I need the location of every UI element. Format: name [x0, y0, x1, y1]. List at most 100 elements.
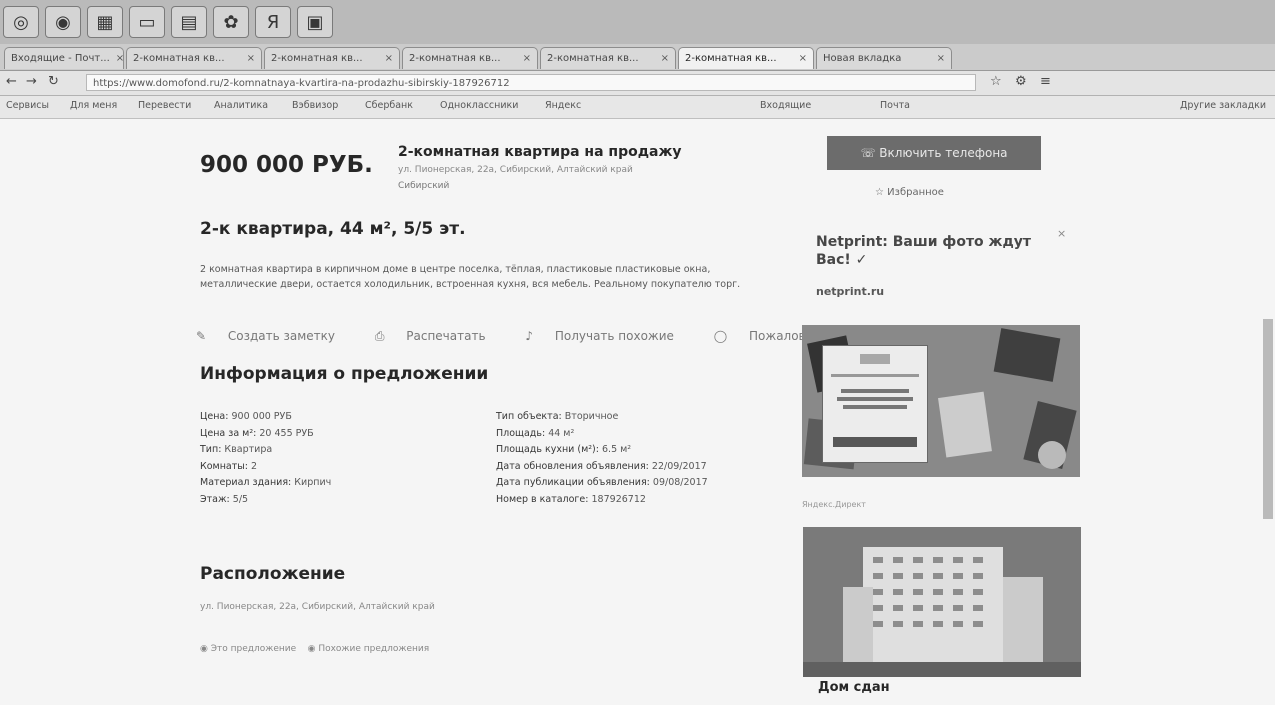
info-key: Тип объекта:	[496, 411, 562, 422]
info-value: Вторичное	[564, 411, 619, 422]
reload-icon[interactable]: ↻	[48, 74, 59, 89]
info-key: Материал здания:	[200, 477, 292, 488]
browser-tab-active[interactable]: 2-комнатная кв... ×	[678, 47, 814, 69]
browser-icon[interactable]: ◉	[45, 6, 81, 38]
ad-close-icon[interactable]: ×	[1057, 227, 1066, 240]
subscribe-similar-button[interactable]: ♪ Получать похожие	[525, 329, 692, 343]
radio-label: Это предложение	[210, 644, 297, 654]
url-field[interactable]: https://www.domofond.ru/2-komnatnaya-kva…	[86, 74, 976, 91]
info-key: Дата публикации объявления:	[496, 477, 650, 488]
info-value: Кирпич	[294, 477, 332, 488]
forward-icon[interactable]: →	[26, 74, 37, 89]
bookmark-item[interactable]: Сервисы	[6, 100, 49, 111]
info-value: 900 000 РУБ	[231, 411, 292, 422]
tab-label: 2-комнатная кв...	[271, 53, 363, 64]
tab-label: Новая вкладка	[823, 53, 902, 64]
info-value: 187926712	[591, 493, 646, 505]
browser-tab[interactable]: 2-комнатная кв... ×	[126, 47, 262, 69]
app-icon[interactable]: ◎	[3, 6, 39, 38]
app-icon[interactable]: ▭	[129, 6, 165, 38]
info-row: Дата публикации объявления: 09/08/2017	[496, 475, 708, 492]
offer-info-right: Тип объекта: Вторичное Площадь: 44 м² Пл…	[496, 409, 708, 508]
app-icon[interactable]: ▣	[297, 6, 333, 38]
listing-price: 900 000 РУБ.	[200, 152, 373, 178]
close-icon[interactable]: ×	[379, 53, 393, 64]
browser-tab[interactable]: 2-комнатная кв... ×	[402, 47, 538, 69]
bookmark-item[interactable]: Вэбвизор	[292, 100, 338, 111]
info-value: 44 м²	[548, 427, 575, 439]
offer-heading: Информация о предложении	[200, 364, 489, 384]
star-icon: ☆	[875, 187, 888, 198]
building-photo[interactable]	[803, 527, 1081, 677]
ad-title[interactable]: Netprint: Ваши фото ждут Вас! ✓	[816, 233, 1051, 269]
info-key: Цена за м²:	[200, 427, 257, 439]
bookmark-item[interactable]: Почта	[880, 100, 910, 111]
bookmark-item[interactable]: Яндекс	[545, 100, 581, 111]
app-icon[interactable]: ✿	[213, 6, 249, 38]
phone-icon: ☏	[860, 146, 880, 160]
info-row: Тип объекта: Вторичное	[496, 409, 708, 426]
offer-info-left: Цена: 900 000 РУБ Цена за м²: 20 455 РУБ…	[200, 409, 331, 508]
bookmark-item[interactable]: Сбербанк	[365, 100, 413, 111]
browser-tab[interactable]: 2-комнатная кв... ×	[540, 47, 676, 69]
bookmark-item[interactable]: Другие закладки	[1180, 100, 1266, 111]
subscribe-label: Получать похожие	[554, 329, 674, 343]
address-bar: ← → ↻ https://www.domofond.ru/2-komnatna…	[0, 71, 1275, 96]
extension-icon[interactable]: ⚙	[1015, 74, 1027, 89]
favorite-button[interactable]: ☆ Избранное	[875, 187, 944, 198]
radio-similar-offers[interactable]: ◉ Похожие предложения	[308, 644, 430, 654]
tab-label: 2-комнатная кв...	[685, 53, 777, 64]
text-line	[837, 397, 913, 401]
star-icon[interactable]: ☆	[990, 74, 1002, 89]
close-icon[interactable]: ×	[110, 53, 123, 64]
radio-this-offer[interactable]: ◉ Это предложение	[200, 644, 296, 654]
call-button[interactable]: ☏ Включить телефона	[827, 136, 1041, 170]
location-address: ул. Пионерская, 22а, Сибирский, Алтайски…	[200, 602, 435, 612]
app-icon[interactable]: ▤	[171, 6, 207, 38]
info-row: Материал здания: Кирпич	[200, 475, 331, 492]
back-icon[interactable]: ←	[6, 74, 17, 89]
tab-strip: Входящие - Почт... × 2-комнатная кв... × 2…	[0, 44, 1275, 71]
create-note-button[interactable]: ✎ Создать заметку	[196, 329, 353, 343]
info-key: Комнаты:	[200, 460, 248, 472]
building-illustration	[803, 527, 1081, 677]
building-status: Дом сдан	[818, 680, 890, 695]
info-value: 5/5	[232, 493, 249, 505]
browser-tab[interactable]: Новая вкладка ×	[816, 47, 952, 69]
create-note-label: Создать заметку	[227, 329, 336, 343]
yandex-icon[interactable]: Я	[255, 6, 291, 38]
close-icon[interactable]: ×	[931, 53, 945, 64]
bookmark-item[interactable]: Перевести	[138, 100, 191, 111]
scrollbar[interactable]	[1263, 319, 1273, 519]
listing-address[interactable]: ул. Пионерская, 22а, Сибирский, Алтайски…	[398, 165, 633, 175]
app-icon[interactable]: ▦	[87, 6, 123, 38]
info-value: 22/09/2017	[651, 460, 707, 472]
bookmark-item[interactable]: Для меня	[70, 100, 117, 111]
info-value: 09/08/2017	[652, 477, 708, 488]
close-icon[interactable]: ×	[793, 53, 807, 64]
info-row: Комнаты: 2	[200, 459, 331, 476]
close-icon[interactable]: ×	[241, 53, 255, 64]
close-icon[interactable]: ×	[517, 53, 531, 64]
info-key: Цена:	[200, 411, 229, 422]
text-line	[843, 405, 907, 409]
listing-district[interactable]: Сибирский	[398, 181, 449, 191]
info-key: Площадь кухни (м²):	[496, 444, 599, 455]
info-key: Дата обновления объявления:	[496, 460, 649, 472]
chat-icon: ◯	[713, 329, 732, 343]
ad-site[interactable]: netprint.ru	[816, 285, 884, 298]
close-icon[interactable]: ×	[655, 53, 669, 64]
popup-button	[833, 437, 917, 447]
info-row: Дата обновления объявления: 22/09/2017	[496, 459, 708, 476]
info-row: Номер в каталоге: 187926712	[496, 492, 708, 509]
listing-description: 2 комнатная квартира в кирпичном доме в …	[200, 264, 741, 290]
map-filter: ◉ Это предложение ◉ Похожие предложения	[200, 644, 429, 654]
bookmark-item[interactable]: Входящие	[760, 100, 811, 111]
print-button[interactable]: ⎙ Распечатать	[375, 329, 504, 343]
menu-icon[interactable]: ≡	[1040, 74, 1051, 89]
browser-tab[interactable]: Входящие - Почт... ×	[4, 47, 124, 69]
bookmark-item[interactable]: Одноклассники	[440, 100, 518, 111]
browser-tab[interactable]: 2-комнатная кв... ×	[264, 47, 400, 69]
bookmark-item[interactable]: Аналитика	[214, 100, 268, 111]
info-row: Этаж: 5/5	[200, 492, 331, 509]
